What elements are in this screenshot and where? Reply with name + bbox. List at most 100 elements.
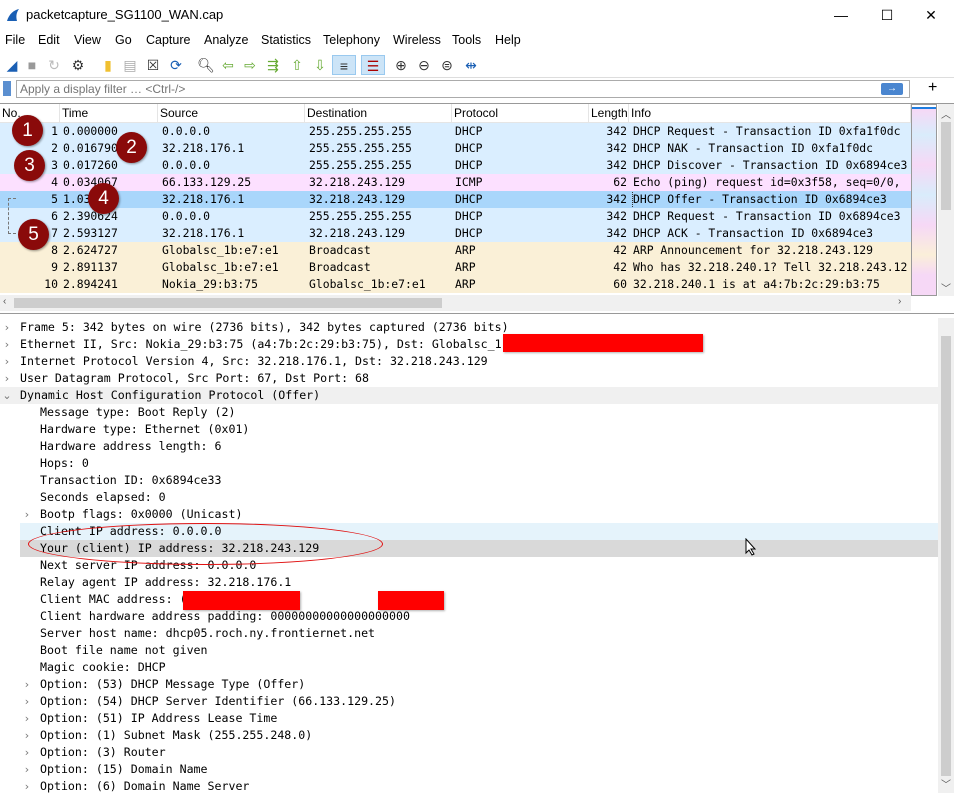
packet-row[interactable]: 10 2.894241 Nokia_29:b3:75 Globalsc_1b:e7:e… (0, 276, 911, 293)
expand-arrow-icon[interactable]: › (21, 676, 33, 693)
close-button[interactable]: ✕ (908, 0, 954, 30)
detail-row[interactable]: Client hardware address padding: 0000000… (0, 608, 938, 625)
menu-help[interactable]: Help (495, 33, 521, 47)
detail-row[interactable]: Hops: 0 (0, 455, 938, 472)
packet-row[interactable]: 6 2.390624 0.0.0.0 255.255.255.255 DHCP 342 DH… (0, 208, 911, 225)
scroll-up-icon[interactable]: ︿ (941, 106, 951, 121)
expand-arrow-icon[interactable]: › (21, 761, 33, 778)
menu-view[interactable]: View (74, 33, 101, 47)
add-filter-button[interactable]: + (928, 79, 937, 97)
detail-row[interactable]: › Option: (54) DHCP Server Identifier (66… (0, 693, 938, 710)
details-scroll-thumb[interactable] (941, 336, 951, 776)
go-back-icon[interactable]: ⇦ (218, 55, 238, 75)
expand-arrow-icon[interactable]: › (21, 778, 33, 795)
column-info[interactable]: Info (629, 104, 911, 123)
start-capture-icon[interactable]: ◢ (2, 55, 22, 75)
menu-analyze[interactable]: Analyze (204, 33, 248, 47)
expand-arrow-icon[interactable]: › (21, 727, 33, 744)
detail-row[interactable]: Seconds elapsed: 0 (0, 489, 938, 506)
detail-row[interactable]: › Bootp flags: 0x0000 (Unicast) (0, 506, 938, 523)
detail-row[interactable]: Hardware address length: 6 (0, 438, 938, 455)
resize-columns-icon[interactable]: ⇹ (461, 55, 481, 75)
go-to-packet-icon[interactable]: ⇶ (263, 55, 283, 75)
expand-arrow-icon[interactable]: › (21, 744, 33, 761)
expand-arrow-icon[interactable]: › (1, 319, 13, 336)
packet-row[interactable]: 9 2.891137 Globalsc_1b:e7:e1 Broadcast ARP 42… (0, 259, 911, 276)
menu-go[interactable]: Go (115, 33, 132, 47)
menu-file[interactable]: File (5, 33, 25, 47)
detail-row[interactable]: Magic cookie: DHCP (0, 659, 938, 676)
column-destination[interactable]: Destination (305, 104, 452, 123)
menu-statistics[interactable]: Statistics (261, 33, 311, 47)
colorize-icon[interactable]: ☰ (361, 55, 385, 75)
detail-row[interactable]: Client MAC address: ( (f0:ad:4e: (0, 591, 938, 608)
scroll-right-icon[interactable]: › (898, 296, 901, 307)
menu-tools[interactable]: Tools (452, 33, 481, 47)
packet-row[interactable]: 7 2.593127 32.218.176.1 32.218.243.129 DHCP 3… (0, 225, 911, 242)
reload-file-icon[interactable]: ⟳ (166, 55, 186, 75)
menu-telephony[interactable]: Telephony (323, 33, 380, 47)
menu-capture[interactable]: Capture (146, 33, 190, 47)
expand-arrow-icon[interactable]: › (21, 506, 33, 523)
detail-row[interactable]: › Option: (3) Router (0, 744, 938, 761)
detail-row[interactable]: › User Datagram Protocol, Src Port: 67, D… (0, 370, 938, 387)
find-packet-icon[interactable]: 🔍︎ (196, 55, 216, 75)
scroll-thumb[interactable] (941, 122, 951, 210)
detail-row[interactable]: Message type: Boot Reply (2) (0, 404, 938, 421)
packet-row[interactable]: 8 2.624727 Globalsc_1b:e7:e1 Broadcast ARP 42… (0, 242, 911, 259)
capture-options-icon[interactable]: ⚙ (68, 55, 88, 75)
bookmark-icon[interactable] (3, 81, 11, 96)
maximize-button[interactable]: ☐ (864, 0, 910, 30)
column-length[interactable]: Length (589, 104, 629, 123)
detail-row[interactable]: › Frame 5: 342 bytes on wire (2736 bits),… (0, 319, 938, 336)
detail-row[interactable]: Transaction ID: 0x6894ce33 (0, 472, 938, 489)
expand-arrow-icon[interactable]: › (21, 710, 33, 727)
menu-wireless[interactable]: Wireless (393, 33, 441, 47)
save-file-icon[interactable]: ▤ (120, 55, 140, 75)
normal-size-icon[interactable]: ⊜ (437, 55, 457, 75)
menu-edit[interactable]: Edit (38, 33, 60, 47)
detail-row[interactable]: › Option: (1) Subnet Mask (255.255.248.0) (0, 727, 938, 744)
auto-scroll-icon[interactable]: ≡ (332, 55, 356, 75)
detail-row[interactable]: ⌄ Dynamic Host Configuration Protocol (Of… (0, 387, 938, 404)
column-time[interactable]: Time (60, 104, 158, 123)
packet-minimap[interactable] (911, 104, 937, 296)
details-vertical-scrollbar[interactable]: ﹀ (938, 318, 954, 793)
column-protocol[interactable]: Protocol (452, 104, 589, 123)
detail-row[interactable]: › Internet Protocol Version 4, Src: 32.21… (0, 353, 938, 370)
horizontal-scroll-thumb[interactable] (14, 298, 442, 308)
expand-arrow-icon[interactable]: › (1, 336, 13, 353)
details-scroll-down-icon[interactable]: ﹀ (941, 776, 951, 791)
detail-row[interactable]: › Option: (15) Domain Name (0, 761, 938, 778)
go-last-icon[interactable]: ⇩ (310, 55, 330, 75)
packet-list-vertical-scrollbar[interactable]: ︿ ﹀ (938, 104, 954, 296)
detail-row[interactable]: Hardware type: Ethernet (0x01) (0, 421, 938, 438)
expand-arrow-icon[interactable]: › (21, 693, 33, 710)
apply-filter-button[interactable]: → (881, 83, 903, 95)
close-file-icon[interactable]: ☒ (143, 55, 163, 75)
detail-row[interactable]: › Option: (6) Domain Name Server (0, 778, 938, 795)
scroll-left-icon[interactable]: ‹ (3, 296, 6, 307)
packet-list-horizontal-scrollbar[interactable]: ‹ › (0, 295, 911, 311)
detail-row[interactable]: › Ethernet II, Src: Nokia_29:b3:75 (a4:7b… (0, 336, 938, 353)
packet-row[interactable]: 5 1.03 32.218.176.1 32.218.243.129 DHCP 342 DH… (0, 191, 911, 208)
detail-row[interactable]: Server host name: dhcp05.roch.ny.frontie… (0, 625, 938, 642)
pane-splitter[interactable] (0, 313, 954, 317)
detail-row[interactable]: › Option: (51) IP Address Lease Time (0, 710, 938, 727)
detail-row[interactable]: Relay agent IP address: 32.218.176.1 (0, 574, 938, 591)
restart-capture-icon[interactable]: ↻ (44, 55, 64, 75)
stop-capture-icon[interactable]: ■ (22, 55, 42, 75)
column-source[interactable]: Source (158, 104, 305, 123)
minimize-button[interactable]: — (818, 0, 864, 30)
go-first-icon[interactable]: ⇧ (287, 55, 307, 75)
open-file-icon[interactable]: ▮ (98, 55, 118, 75)
expand-arrow-icon[interactable]: › (1, 370, 13, 387)
collapse-arrow-icon[interactable]: ⌄ (1, 387, 13, 404)
detail-row[interactable]: Boot file name not given (0, 642, 938, 659)
zoom-out-icon[interactable]: ⊖ (414, 55, 434, 75)
zoom-in-icon[interactable]: ⊕ (391, 55, 411, 75)
packet-row[interactable]: 4 0.034067 66.133.129.25 32.218.243.129 ICMP… (0, 174, 911, 191)
scroll-down-icon[interactable]: ﹀ (941, 280, 951, 295)
expand-arrow-icon[interactable]: › (1, 353, 13, 370)
go-forward-icon[interactable]: ⇨ (240, 55, 260, 75)
